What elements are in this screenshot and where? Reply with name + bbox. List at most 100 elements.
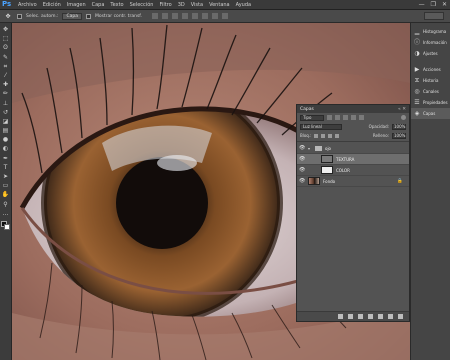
dock-item-histogram[interactable]: ▁ Histograma	[411, 26, 450, 37]
opacity-input[interactable]: 100%	[392, 123, 406, 130]
workspace-dropdown[interactable]	[424, 12, 444, 20]
marquee-tool-icon[interactable]: ⬚	[1, 35, 10, 43]
visibility-eye-icon[interactable]: 👁	[299, 178, 305, 184]
menu-filtro[interactable]: Filtro	[156, 2, 174, 8]
layer-style-icon[interactable]	[348, 314, 353, 319]
more-tools-icon[interactable]: …	[1, 210, 10, 218]
visibility-eye-icon[interactable]: 👁	[299, 156, 305, 162]
layers-panel-footer	[297, 311, 409, 321]
menu-imagen[interactable]: Imagen	[64, 2, 89, 8]
visibility-eye-icon[interactable]: 👁	[299, 167, 305, 173]
dock-item-adjustments[interactable]: ◑ Ajustes	[411, 48, 450, 59]
gradient-tool-icon[interactable]: ▤	[1, 127, 10, 135]
menu-seleccion[interactable]: Selección	[127, 2, 157, 8]
panel-menu-icon[interactable]: « ✕	[398, 107, 406, 112]
type-tool-icon[interactable]: T	[1, 164, 10, 172]
lock-image-icon[interactable]	[321, 133, 326, 138]
filter-smart-icon[interactable]	[359, 115, 364, 120]
dock-item-history[interactable]: ⧖ Historia	[411, 75, 450, 86]
hand-tool-icon[interactable]: ✋	[1, 191, 10, 199]
filter-toggle[interactable]	[401, 115, 406, 120]
dock-item-info[interactable]: ⓘ Información	[411, 37, 450, 48]
dock-item-actions[interactable]: ▶ Acciones	[411, 64, 450, 75]
brush-tool-icon[interactable]: ✏	[1, 90, 10, 98]
layer-thumbnail	[321, 155, 333, 163]
layers-panel-header[interactable]: Capas « ✕	[297, 105, 409, 113]
layer-color[interactable]: 👁 COLOR	[297, 165, 409, 176]
new-group-icon[interactable]	[378, 314, 383, 319]
lock-position-icon[interactable]	[328, 133, 333, 138]
stamp-tool-icon[interactable]: ⊥	[1, 100, 10, 108]
link-layers-icon[interactable]	[338, 314, 343, 319]
dock-item-properties[interactable]: ☰ Propiedades	[411, 97, 450, 108]
minimize-button[interactable]: —	[419, 1, 425, 8]
path-select-tool-icon[interactable]: ➤	[1, 173, 10, 181]
color-swatches	[0, 220, 11, 231]
filter-shape-icon[interactable]	[351, 115, 356, 120]
align-center-icon[interactable]	[191, 13, 198, 19]
align-top-icon[interactable]	[151, 13, 158, 19]
auto-select-dropdown[interactable]: Capa	[62, 12, 82, 20]
blur-tool-icon[interactable]: ●	[1, 136, 10, 144]
blend-mode-select[interactable]: Luz lineal	[300, 123, 342, 130]
background-color-swatch[interactable]	[3, 223, 10, 230]
align-left-icon[interactable]	[181, 13, 188, 19]
eyedropper-tool-icon[interactable]: ⁄	[1, 72, 10, 80]
lock-transparency-icon[interactable]	[314, 133, 319, 138]
eraser-tool-icon[interactable]: ◪	[1, 118, 10, 126]
menu-ayuda[interactable]: Ayuda	[233, 2, 254, 8]
auto-select-checkbox[interactable]	[17, 13, 22, 19]
trash-icon[interactable]	[398, 314, 403, 319]
filter-adjustment-icon[interactable]	[335, 115, 340, 120]
dock-item-layers[interactable]: ◈ Capas	[411, 108, 450, 119]
shape-tool-icon[interactable]: ▭	[1, 182, 10, 190]
show-transform-checkbox[interactable]	[85, 13, 91, 19]
pen-tool-icon[interactable]: ✒	[1, 155, 10, 163]
new-layer-icon[interactable]	[388, 314, 393, 319]
adjustments-icon: ◑	[414, 49, 420, 57]
filter-kind-select[interactable]: Tipo	[300, 114, 324, 121]
photoshop-logo: Ps	[2, 0, 12, 8]
close-button[interactable]: ✕	[442, 1, 447, 8]
filter-type-icon[interactable]	[343, 115, 348, 120]
add-mask-icon[interactable]	[358, 314, 363, 319]
chevron-down-icon[interactable]: ▾	[308, 146, 312, 151]
zoom-tool-icon[interactable]: ⚲	[1, 201, 10, 209]
visibility-eye-icon[interactable]: 👁	[299, 145, 305, 151]
fill-input[interactable]: 100%	[392, 132, 406, 139]
align-right-icon[interactable]	[201, 13, 208, 19]
dodge-tool-icon[interactable]: ◐	[1, 145, 10, 153]
menu-ventana[interactable]: Ventana	[206, 2, 233, 8]
dock-item-channels[interactable]: ◎ Canales	[411, 86, 450, 97]
healing-tool-icon[interactable]: ✚	[1, 81, 10, 89]
history-brush-tool-icon[interactable]: ↺	[1, 109, 10, 117]
distribute-icon[interactable]	[211, 13, 218, 19]
menu-vista[interactable]: Vista	[188, 2, 206, 8]
restore-button[interactable]: ❐	[431, 1, 436, 8]
filter-pixel-icon[interactable]	[327, 115, 332, 120]
align-bottom-icon[interactable]	[171, 13, 178, 19]
quick-select-tool-icon[interactable]: ✎	[1, 54, 10, 62]
layer-fondo[interactable]: 👁 Fondo 🔒	[297, 176, 409, 187]
move-tool-icon[interactable]: ✥	[3, 12, 13, 21]
menu-archivo[interactable]: Archivo	[15, 2, 40, 8]
menu-texto[interactable]: Texto	[107, 2, 126, 8]
histogram-icon: ▁	[414, 27, 420, 35]
layer-filter-row: Tipo	[297, 113, 409, 122]
menu-edicion[interactable]: Edición	[40, 2, 64, 8]
crop-tool-icon[interactable]: ⌗	[1, 63, 10, 71]
layer-group-ojo[interactable]: 👁 ▾ ojo	[297, 143, 409, 154]
dock-item-label: Historia	[423, 78, 439, 83]
adjustment-layer-icon[interactable]	[368, 314, 373, 319]
align-middle-icon[interactable]	[161, 13, 168, 19]
menu-capa[interactable]: Capa	[89, 2, 108, 8]
move-tool-icon[interactable]: ✥	[1, 26, 10, 34]
lock-all-icon[interactable]	[335, 133, 340, 138]
layer-name: TEXTURA	[336, 156, 355, 162]
mode-3d-icon[interactable]	[221, 13, 228, 19]
menu-bar: Ps Archivo Edición Imagen Capa Texto Sel…	[0, 0, 450, 10]
menu-3d[interactable]: 3D	[175, 2, 188, 8]
auto-select-label: Selec. autom.:	[26, 13, 59, 19]
layer-textura[interactable]: 👁 TEXTURA	[297, 154, 409, 165]
lasso-tool-icon[interactable]: ʘ	[1, 44, 10, 52]
